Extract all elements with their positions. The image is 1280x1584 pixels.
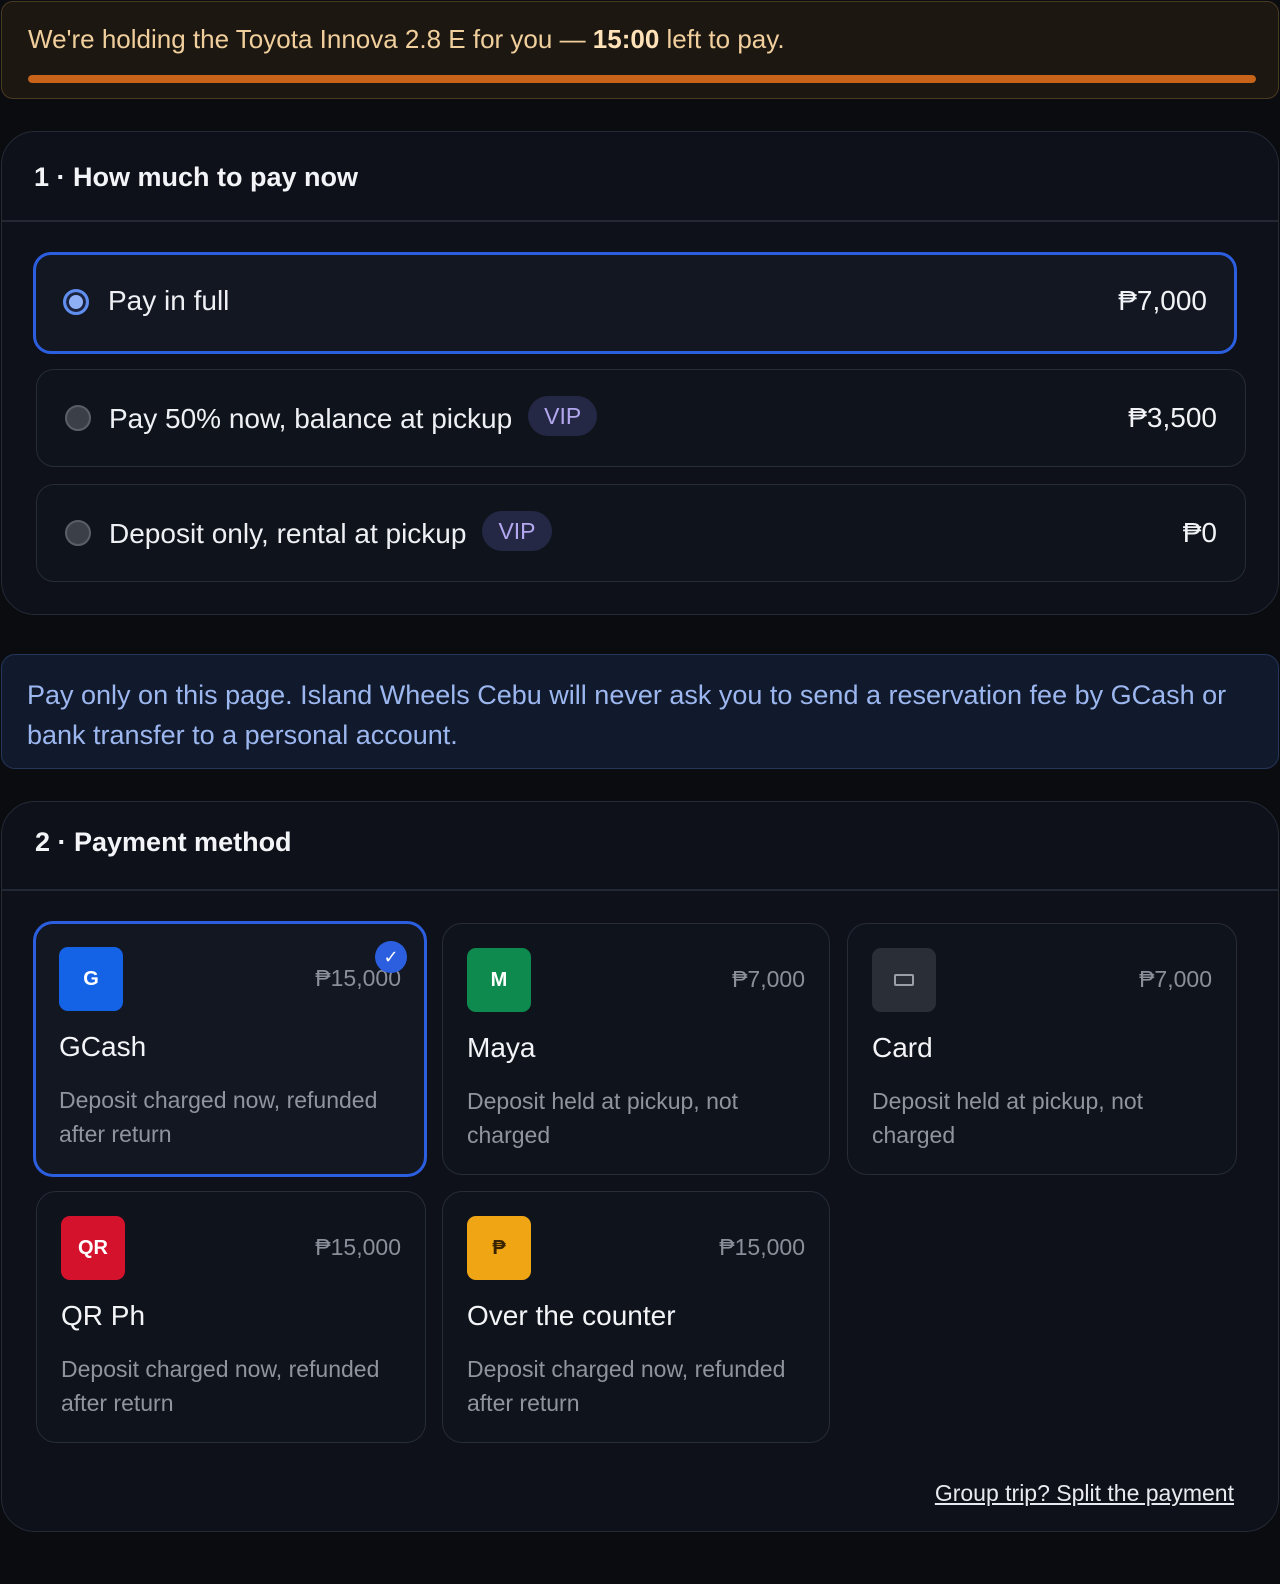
method-description: Deposit charged now, refunded after retu… — [61, 1356, 380, 1416]
hold-timer: 15:00 — [592, 24, 660, 54]
peso-icon: ₱ — [467, 1216, 531, 1280]
method-amount: ₱15,000 — [315, 1234, 401, 1260]
section-divider — [2, 220, 1278, 222]
section-divider — [2, 889, 1278, 891]
option-price: ₱0 — [1182, 517, 1217, 548]
method-name: QR Ph — [61, 1300, 146, 1331]
method-gcash[interactable]: G ₱15,000 ✓ GCash Deposit charged now, r… — [33, 921, 427, 1177]
method-qr-ph[interactable]: QR ₱15,000 QR Ph Deposit charged now, re… — [36, 1191, 426, 1443]
pay-amount-section: 1 · How much to pay now Pay in full ₱7,0… — [1, 131, 1279, 615]
method-description: Deposit charged now, refunded after retu… — [467, 1356, 786, 1416]
method-maya[interactable]: M ₱7,000 Maya Deposit held at pickup, no… — [442, 923, 830, 1175]
maya-icon: M — [467, 948, 531, 1012]
method-amount: ₱7,000 — [1139, 966, 1212, 992]
option-label: Pay 50% now, balance at pickup VIP — [109, 396, 598, 436]
method-amount: ₱7,000 — [732, 966, 805, 992]
radio-unselected-icon[interactable] — [65, 405, 91, 431]
checkout-page: We're holding the Toyota Innova 2.8 E fo… — [0, 0, 1280, 1584]
check-icon: ✓ — [375, 941, 407, 973]
qr-ph-icon: QR — [61, 1216, 125, 1280]
option-pay-50-percent[interactable]: Pay 50% now, balance at pickup VIP ₱3,500 — [36, 369, 1246, 467]
option-label: Pay in full — [108, 285, 230, 316]
option-price: ₱3,500 — [1128, 402, 1217, 433]
option-price: ₱7,000 — [1118, 285, 1207, 316]
split-payment-link[interactable]: Group trip? Split the payment — [935, 1480, 1234, 1507]
option-pay-in-full[interactable]: Pay in full ₱7,000 — [33, 252, 1237, 354]
method-description: Deposit held at pickup, not charged — [872, 1088, 1144, 1148]
method-name: Card — [872, 1032, 933, 1063]
vip-badge: VIP — [482, 511, 552, 551]
notice-text: Pay only on this page. Island Wheels Ceb… — [27, 680, 1227, 750]
payment-method-section: 2 · Payment method G ₱15,000 ✓ GCash Dep… — [1, 801, 1279, 1532]
hold-progress-bar — [28, 75, 1256, 83]
method-description: Deposit held at pickup, not charged — [467, 1088, 739, 1148]
method-card[interactable]: ₱7,000 Card Deposit held at pickup, not … — [847, 923, 1237, 1175]
radio-selected-icon[interactable] — [63, 289, 89, 315]
option-deposit-only[interactable]: Deposit only, rental at pickup VIP ₱0 — [36, 484, 1246, 582]
method-name: Over the counter — [467, 1300, 676, 1331]
method-amount: ₱15,000 — [719, 1234, 805, 1260]
section-title: 1 · How much to pay now — [34, 162, 359, 192]
method-name: GCash — [59, 1031, 147, 1062]
method-name: Maya — [467, 1032, 536, 1063]
radio-unselected-icon[interactable] — [65, 520, 91, 546]
vip-badge: VIP — [528, 396, 598, 436]
credit-card-icon — [872, 948, 936, 1012]
hold-timer-banner: We're holding the Toyota Innova 2.8 E fo… — [1, 1, 1279, 99]
hold-progress-fill — [28, 75, 1256, 83]
gcash-icon: G — [59, 947, 123, 1011]
option-label: Deposit only, rental at pickup VIP — [109, 511, 552, 551]
section-title: 2 · Payment method — [35, 827, 292, 857]
anti-scam-notice: Pay only on this page. Island Wheels Ceb… — [1, 654, 1279, 769]
method-description: Deposit charged now, refunded after retu… — [59, 1087, 378, 1147]
hold-message: We're holding the Toyota Innova 2.8 E fo… — [28, 24, 785, 54]
method-over-the-counter[interactable]: ₱ ₱15,000 Over the counter Deposit charg… — [442, 1191, 830, 1443]
